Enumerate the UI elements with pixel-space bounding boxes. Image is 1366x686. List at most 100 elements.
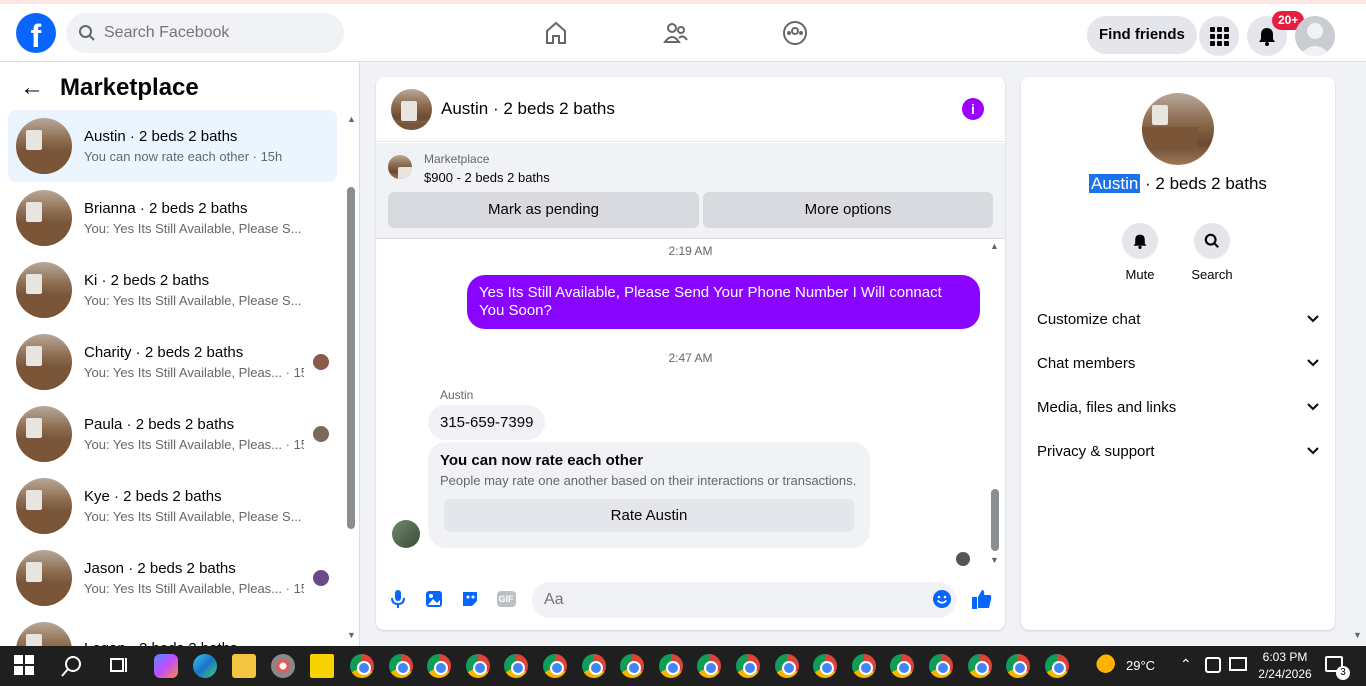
find-friends-button[interactable]: Find friends bbox=[1087, 16, 1197, 54]
sticky-notes-icon[interactable] bbox=[310, 654, 334, 678]
chrome-icon[interactable] bbox=[890, 654, 915, 678]
back-arrow-icon[interactable]: ← bbox=[20, 74, 44, 102]
home-icon[interactable] bbox=[541, 18, 571, 48]
conversation-item[interactable]: Ki · 2 beds 2 baths You: Yes Its Still Av… bbox=[8, 254, 337, 326]
media-files-links-section[interactable]: Media, files and links bbox=[1037, 385, 1319, 429]
weather-icon[interactable] bbox=[1096, 654, 1120, 678]
emoji-icon[interactable] bbox=[931, 588, 953, 610]
search-input[interactable] bbox=[104, 24, 324, 42]
edge-icon[interactable] bbox=[193, 654, 217, 678]
conversation-preview: You: Yes Its Still Available, Please S..… bbox=[84, 221, 304, 236]
scroll-up-arrow-icon[interactable]: ▲ bbox=[990, 241, 999, 251]
timestamp: 2:47 AM bbox=[668, 351, 713, 365]
chrome-icon[interactable] bbox=[543, 654, 567, 678]
chrome-icon[interactable] bbox=[813, 654, 838, 678]
customize-chat-section[interactable]: Customize chat bbox=[1037, 297, 1319, 341]
conversation-item[interactable]: Paula · 2 beds 2 baths You: Yes Its Still… bbox=[8, 398, 337, 470]
scroll-down-arrow-icon[interactable]: ▼ bbox=[990, 555, 999, 565]
search-icon[interactable] bbox=[60, 654, 84, 678]
conversation-title: Ki · 2 beds 2 baths bbox=[84, 272, 210, 289]
thumbs-up-icon[interactable] bbox=[971, 588, 993, 610]
sender-avatar[interactable] bbox=[392, 520, 420, 548]
display-icon[interactable] bbox=[1229, 657, 1247, 671]
friends-icon[interactable] bbox=[661, 18, 691, 48]
page-scroll-down-arrow-icon[interactable]: ▼ bbox=[1353, 630, 1362, 640]
task-view-icon[interactable] bbox=[108, 654, 132, 678]
conversation-thumbnail bbox=[16, 406, 72, 462]
chrome-icon[interactable] bbox=[350, 654, 374, 678]
chrome-icon[interactable] bbox=[851, 654, 876, 678]
facebook-logo[interactable]: f bbox=[16, 13, 56, 53]
chrome-icon[interactable] bbox=[697, 654, 722, 678]
chrome-icon[interactable] bbox=[967, 654, 992, 678]
gif-icon[interactable]: GIF bbox=[495, 588, 517, 610]
conversation-preview: You: Yes Its Still Available, Please S..… bbox=[84, 509, 304, 524]
conversation-item[interactable]: Logan · 2 beds 2 baths bbox=[8, 614, 337, 646]
search-box[interactable] bbox=[66, 13, 344, 53]
account-avatar[interactable] bbox=[1295, 16, 1335, 56]
conversation-item[interactable]: Kye · 2 beds 2 baths You: Yes Its Still A… bbox=[8, 470, 337, 542]
incoming-message[interactable]: 315-659-7399 bbox=[428, 405, 546, 440]
info-icon[interactable]: i bbox=[962, 98, 984, 120]
microphone-icon[interactable] bbox=[387, 588, 409, 610]
mark-as-pending-button[interactable]: Mark as pending bbox=[388, 192, 699, 228]
conversation-title: Jason · 2 beds 2 baths bbox=[84, 560, 236, 577]
conversation-item[interactable]: Austin · 2 beds 2 baths You can now rate … bbox=[8, 110, 337, 182]
clock-date[interactable]: 2/24/2026 bbox=[1250, 667, 1320, 681]
network-icon[interactable] bbox=[1205, 657, 1221, 673]
conversation-item[interactable]: Charity · 2 beds 2 baths You: Yes Its Sti… bbox=[8, 326, 337, 398]
chrome-icon[interactable] bbox=[465, 654, 490, 678]
details-title[interactable]: Austin · 2 beds 2 baths bbox=[1021, 174, 1335, 194]
chrome-icon[interactable] bbox=[736, 654, 760, 678]
privacy-support-section[interactable]: Privacy & support bbox=[1037, 429, 1319, 473]
listing-small-thumbnail bbox=[388, 155, 412, 179]
file-explorer-icon[interactable] bbox=[232, 654, 256, 678]
conversation-item[interactable]: Brianna · 2 beds 2 baths You: Yes Its Sti… bbox=[8, 182, 337, 254]
weather-temperature[interactable]: 29°C bbox=[1126, 658, 1155, 673]
groups-icon[interactable] bbox=[780, 18, 810, 48]
conversation-thumbnail bbox=[16, 334, 72, 390]
chat-header: Austin · 2 beds 2 baths bbox=[376, 77, 1005, 142]
photo-icon[interactable] bbox=[423, 588, 445, 610]
conversation-item[interactable]: Jason · 2 beds 2 baths You: Yes Its Still… bbox=[8, 542, 337, 614]
chat-members-section[interactable]: Chat members bbox=[1037, 341, 1319, 385]
outgoing-message[interactable]: Yes Its Still Available, Please Send You… bbox=[467, 275, 980, 329]
paint-icon[interactable] bbox=[271, 654, 295, 678]
chrome-icon[interactable] bbox=[658, 654, 683, 678]
chrome-icon[interactable] bbox=[1006, 654, 1031, 678]
scroll-down-arrow-icon[interactable]: ▼ bbox=[347, 630, 356, 640]
chrome-icon[interactable] bbox=[620, 654, 645, 678]
chat-scrollbar[interactable] bbox=[991, 489, 999, 551]
clock-time[interactable]: 6:03 PM bbox=[1250, 650, 1320, 664]
chevron-up-icon[interactable]: ⌃ bbox=[1180, 656, 1192, 673]
chrome-icon[interactable] bbox=[929, 654, 953, 678]
copilot-icon[interactable] bbox=[154, 654, 178, 678]
mute-label: Mute bbox=[1125, 267, 1155, 282]
sticker-icon[interactable] bbox=[459, 588, 481, 610]
chrome-icon[interactable] bbox=[1044, 654, 1069, 678]
chrome-icon[interactable] bbox=[581, 654, 606, 678]
chrome-icon[interactable] bbox=[427, 654, 452, 678]
conversation-preview: You can now rate each other · 15h bbox=[84, 149, 283, 164]
message-input[interactable] bbox=[532, 582, 956, 618]
chrome-icon[interactable] bbox=[774, 654, 799, 678]
windows-start-icon[interactable] bbox=[13, 654, 37, 678]
mute-action[interactable]: Mute bbox=[1110, 223, 1170, 282]
marketplace-listing-box: Marketplace $900 - 2 beds 2 baths Mark a… bbox=[376, 143, 1005, 239]
listing-large-thumbnail[interactable] bbox=[1142, 93, 1214, 165]
search-action[interactable]: Search bbox=[1182, 223, 1242, 282]
conversation-thumbnail bbox=[16, 622, 72, 646]
chrome-icon[interactable] bbox=[388, 654, 413, 678]
menu-grid-button[interactable] bbox=[1199, 16, 1239, 56]
listing-thumbnail[interactable] bbox=[391, 88, 432, 130]
scroll-up-arrow-icon[interactable]: ▲ bbox=[347, 114, 356, 124]
chat-title[interactable]: Austin · 2 beds 2 baths bbox=[441, 99, 615, 119]
inbox-scrollbar[interactable] bbox=[347, 187, 355, 529]
chrome-icon[interactable] bbox=[504, 654, 529, 678]
section-label: Customize chat bbox=[1037, 310, 1141, 328]
more-options-button[interactable]: More options bbox=[703, 192, 993, 228]
rate-button[interactable]: Rate Austin bbox=[444, 499, 854, 532]
windows-taskbar: 29°C ⌃ 6:03 PM 2/24/2026 3 bbox=[0, 646, 1366, 686]
marketplace-label: Marketplace bbox=[424, 152, 490, 166]
chevron-down-icon bbox=[1307, 359, 1319, 367]
